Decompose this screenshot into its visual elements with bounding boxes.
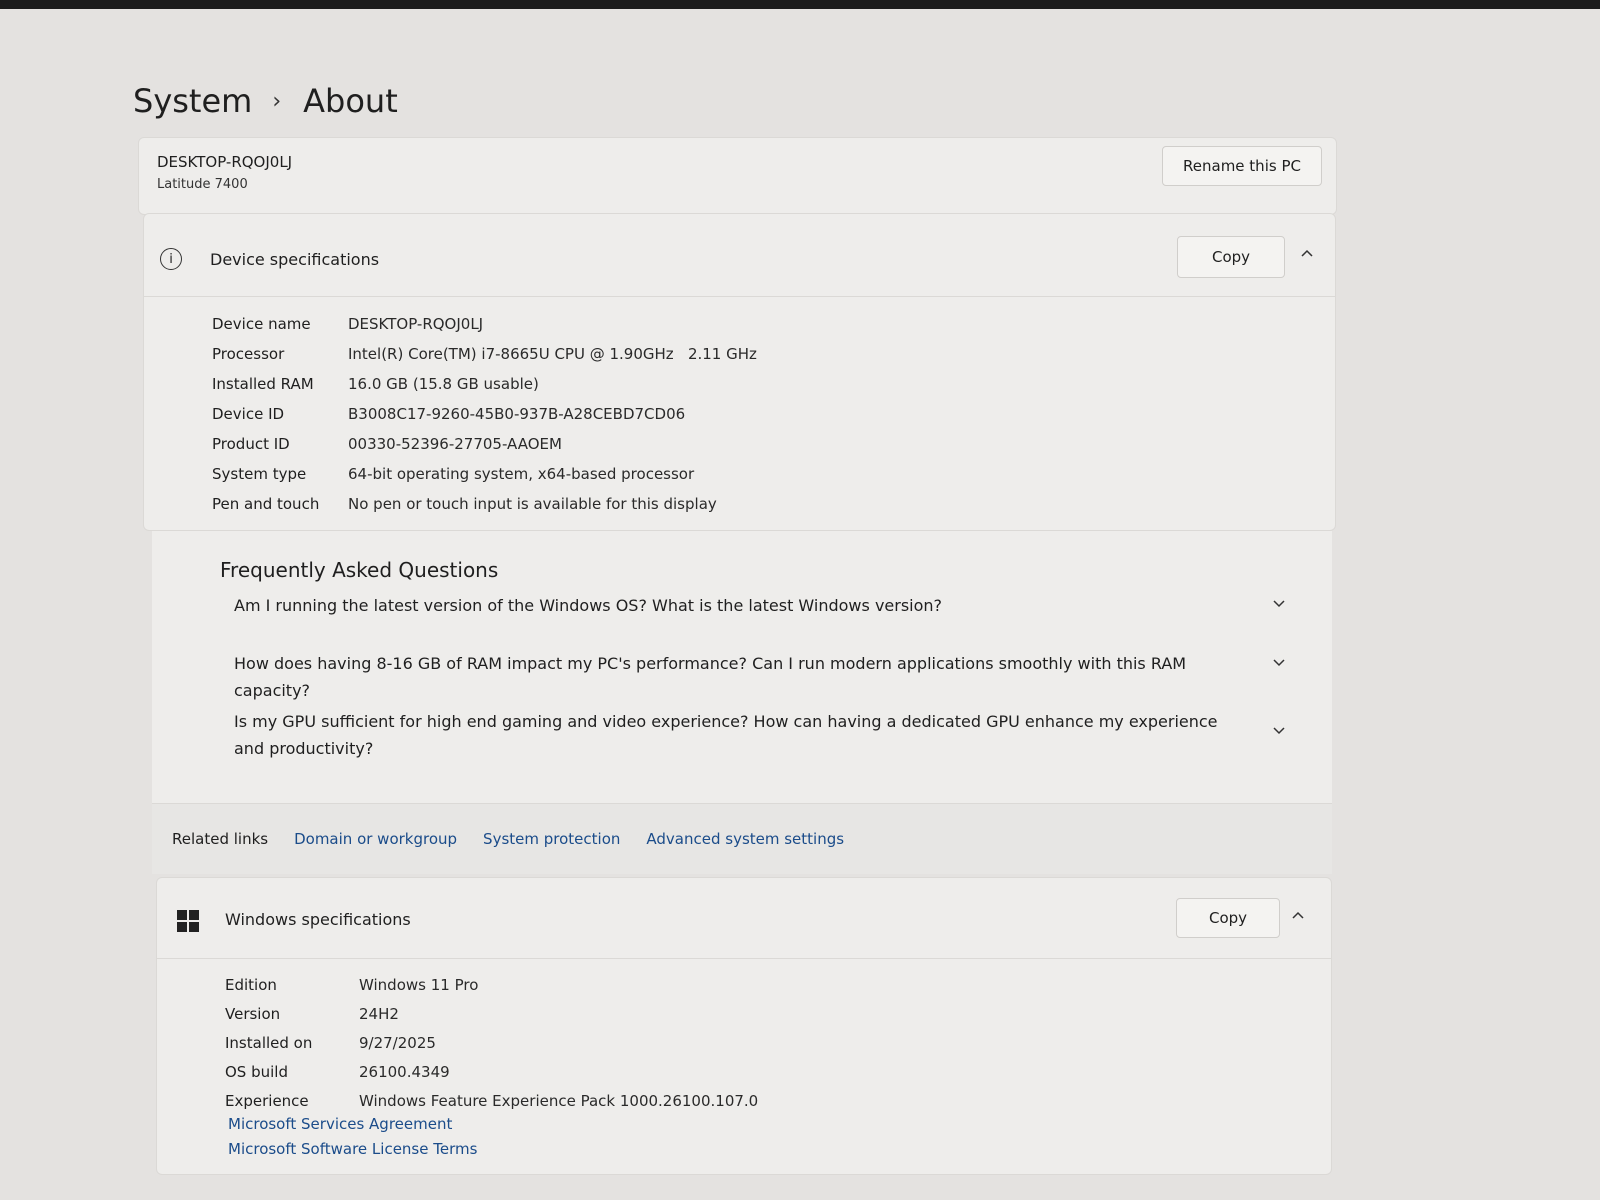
chevron-down-icon[interactable] (1272, 726, 1286, 736)
related-links-bar: Related links Domain or workgroup System… (152, 803, 1332, 874)
pc-model: Latitude 7400 (157, 177, 248, 192)
windows-legal-links: Microsoft Services Agreement Microsoft S… (228, 1112, 503, 1162)
spec-label: Processor (212, 345, 285, 363)
faq-question[interactable]: How does having 8-16 GB of RAM impact my… (234, 650, 1244, 704)
spec-label: Pen and touch (212, 495, 320, 513)
info-icon: i (160, 248, 182, 270)
advanced-system-settings-link[interactable]: Advanced system settings (646, 830, 844, 848)
spec-row: Device name DESKTOP-RQOJ0LJ (212, 309, 757, 339)
chevron-down-icon[interactable] (1272, 658, 1286, 668)
pc-name-card: DESKTOP-RQOJ0LJ Latitude 7400 Rename thi… (138, 137, 1337, 215)
related-links-label: Related links (172, 830, 269, 848)
faq-title: Frequently Asked Questions (220, 558, 499, 582)
spec-row: Pen and touch No pen or touch input is av… (212, 489, 757, 519)
spec-value: Windows Feature Experience Pack 1000.261… (359, 1091, 759, 1110)
chevron-up-icon[interactable] (1291, 910, 1305, 920)
faq-section: Frequently Asked Questions Am I running … (152, 531, 1332, 803)
spec-value: B3008C17-9260-45B0-937B-A28CEBD7CD06 (348, 405, 686, 423)
window-top-bar (0, 0, 1600, 9)
breadcrumb-separator-icon: › (272, 88, 282, 114)
system-protection-link[interactable]: System protection (483, 830, 620, 848)
page-title: About (303, 82, 398, 120)
spec-value: 24H2 (359, 1004, 399, 1023)
spec-value: 64-bit operating system, x64-based proce… (348, 465, 695, 483)
spec-value: 9/27/2025 (359, 1033, 436, 1052)
breadcrumb: System › About (133, 82, 398, 120)
device-specifications-card: i Device specifications Copy Device name… (143, 213, 1336, 531)
windows-specifications-header[interactable]: Windows specifications Copy (157, 878, 1331, 959)
device-specifications-title: Device specifications (210, 250, 380, 269)
spec-value: Windows 11 Pro (359, 975, 479, 994)
microsoft-software-license-terms-link[interactable]: Microsoft Software License Terms (228, 1137, 477, 1162)
rename-pc-button[interactable]: Rename this PC (1162, 146, 1322, 186)
chevron-up-icon[interactable] (1300, 248, 1314, 258)
spec-value: 00330-52396-27705-AAOEM (348, 435, 562, 453)
windows-specifications-card: Windows specifications Copy Edition Windo… (156, 877, 1332, 1175)
spec-label: Version (225, 1004, 281, 1023)
microsoft-services-agreement-link[interactable]: Microsoft Services Agreement (228, 1112, 477, 1137)
spec-row: Product ID 00330-52396-27705-AAOEM (212, 429, 757, 459)
copy-windows-specs-button[interactable]: Copy (1176, 898, 1280, 938)
spec-label: Device name (212, 315, 311, 333)
device-specifications-header[interactable]: i Device specifications Copy (144, 214, 1335, 297)
breadcrumb-system[interactable]: System (133, 82, 252, 120)
spec-label: Installed RAM (212, 375, 314, 393)
spec-value: DESKTOP-RQOJ0LJ (348, 315, 484, 333)
windows-specifications-title: Windows specifications (225, 910, 411, 929)
spec-value: 26100.4349 (359, 1062, 450, 1081)
spec-row: Installed on 9/27/2025 (225, 1028, 758, 1057)
faq-question[interactable]: Am I running the latest version of the W… (234, 592, 1244, 619)
spec-value: Intel(R) Core(TM) i7-8665U CPU @ 1.90GHz… (348, 345, 757, 363)
faq-question[interactable]: Is my GPU sufficient for high end gaming… (234, 708, 1244, 762)
spec-label: Experience (225, 1091, 309, 1110)
spec-value: 16.0 GB (15.8 GB usable) (348, 375, 539, 393)
spec-row: Experience Windows Feature Experience Pac… (225, 1086, 758, 1115)
copy-device-specs-button[interactable]: Copy (1177, 236, 1285, 278)
windows-spec-list: Edition Windows 11 Pro Version 24H2 Instal… (225, 970, 758, 1115)
spec-label: Edition (225, 975, 277, 994)
spec-row: Edition Windows 11 Pro (225, 970, 758, 999)
spec-value: No pen or touch input is available for t… (348, 495, 717, 513)
windows-logo-icon (177, 910, 199, 932)
spec-label: System type (212, 465, 307, 483)
spec-row: Installed RAM 16.0 GB (15.8 GB usable) (212, 369, 757, 399)
spec-label: Product ID (212, 435, 290, 453)
domain-or-workgroup-link[interactable]: Domain or workgroup (294, 830, 457, 848)
spec-label: Installed on (225, 1033, 313, 1052)
spec-row: System type 64-bit operating system, x64-… (212, 459, 757, 489)
chevron-down-icon[interactable] (1272, 599, 1286, 609)
spec-row: OS build 26100.4349 (225, 1057, 758, 1086)
spec-label: Device ID (212, 405, 285, 423)
device-spec-list: Device name DESKTOP-RQOJ0LJ Processor Inte… (212, 309, 757, 519)
pc-name: DESKTOP-RQOJ0LJ (157, 153, 293, 171)
spec-row: Version 24H2 (225, 999, 758, 1028)
spec-row: Device ID B3008C17-9260-45B0-937B-A28CEBD… (212, 399, 757, 429)
spec-label: OS build (225, 1062, 288, 1081)
spec-row: Processor Intel(R) Core(TM) i7-8665U CPU … (212, 339, 757, 369)
